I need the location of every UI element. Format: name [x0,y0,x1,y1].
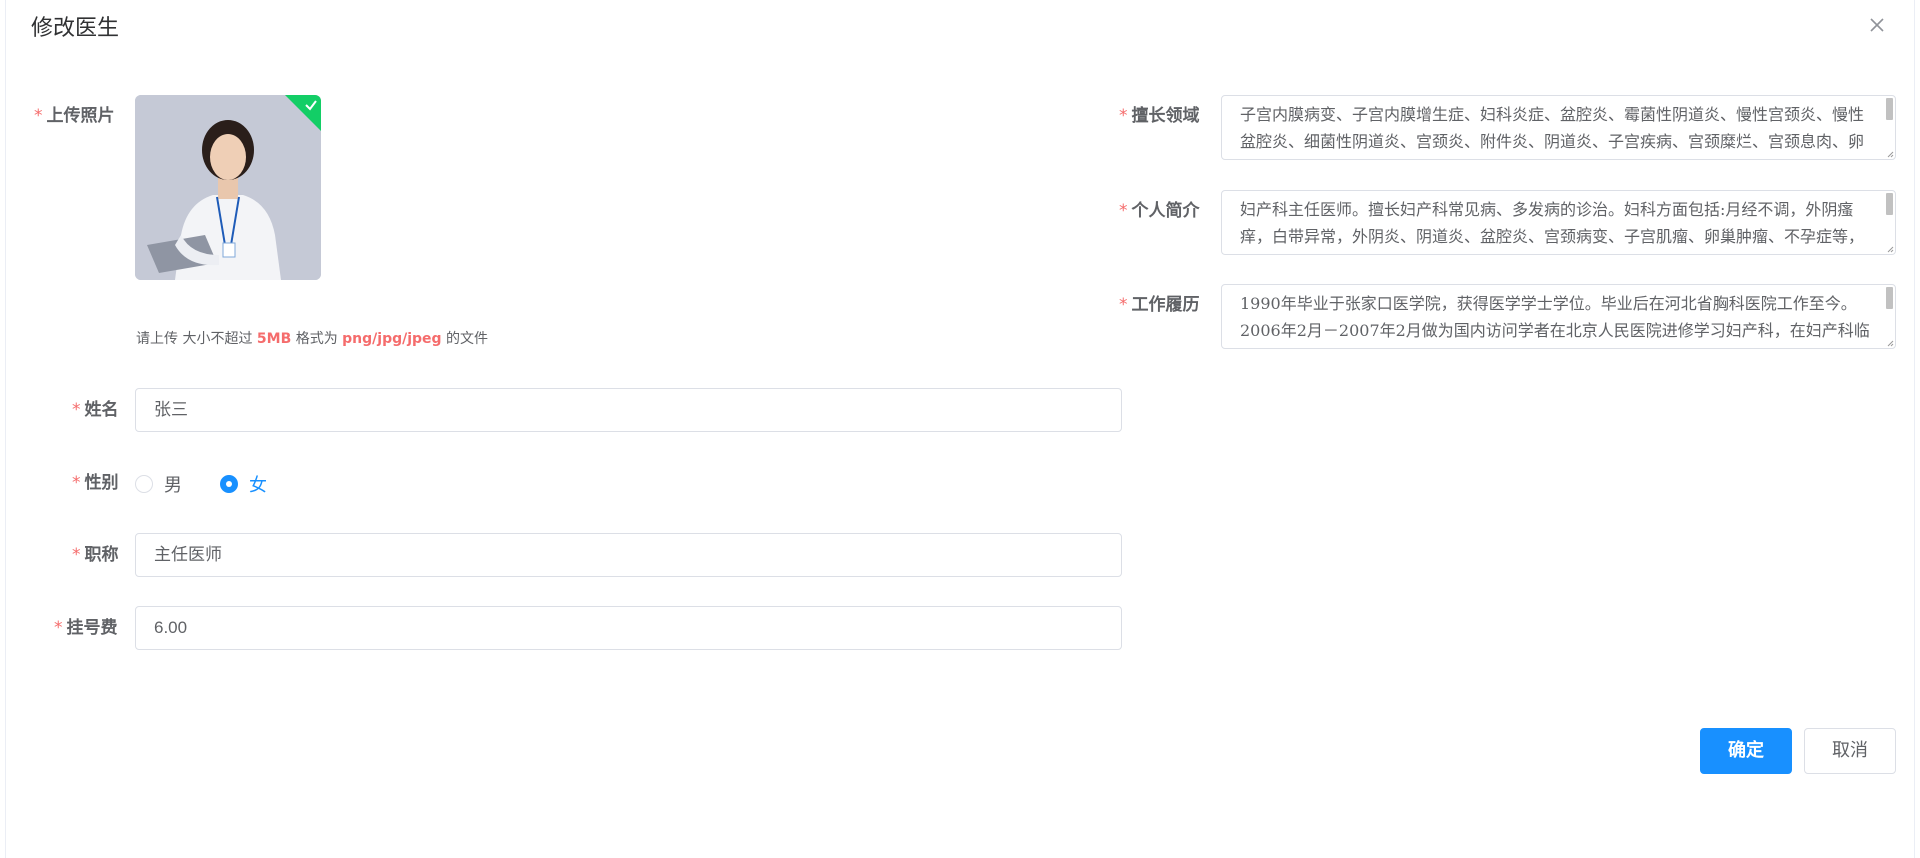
title-label: * 职称 [72,545,119,565]
resize-handle-icon[interactable] [1887,151,1894,158]
specialty-text: 子宫内膜病变、子宫内膜增生症、妇科炎症、盆腔炎、霉菌性阴道炎、慢性宫颈炎、慢性盆… [1240,105,1865,151]
close-icon-svg [1870,18,1884,32]
resize-handle-icon[interactable] [1887,340,1894,347]
fee-input[interactable]: 6.00 [135,606,1122,650]
gender-radio-male[interactable]: 男 [135,472,182,496]
photo-label: * 上传照片 [34,106,115,126]
career-label: * 工作履历 [1119,295,1200,315]
close-icon[interactable] [1866,14,1888,36]
scrollbar[interactable] [1886,193,1893,215]
career-text: 1990年毕业于张家口医学院，获得医学学士学位。毕业后在河北省胸科医院工作至今。… [1240,294,1870,340]
title-input[interactable]: 主任医师 [135,533,1122,577]
gender-radio-female[interactable]: 女 [220,472,267,496]
fee-label: * 挂号费 [54,618,118,638]
scrollbar[interactable] [1886,287,1893,309]
intro-text: 妇产科主任医师。擅长妇产科常见病、多发病的诊治。妇科方面包括:月经不调，外阴瘙痒… [1240,200,1865,246]
required-mark: * [34,106,43,126]
intro-label: * 个人简介 [1119,201,1200,221]
radio-circle-checked [220,475,238,493]
radio-label-male: 男 [164,475,182,496]
confirm-button[interactable]: 确定 [1700,728,1792,774]
edit-doctor-dialog: 修改医生 * 上传照片 请上传 大小不超过 5MB 格式为 png/jpg/jp… [5,0,1915,858]
dialog-title: 修改医生 [31,16,120,41]
cancel-button[interactable]: 取消 [1804,728,1896,774]
resize-handle-icon[interactable] [1887,246,1894,253]
career-textarea[interactable]: 1990年毕业于张家口医学院，获得医学学士学位。毕业后在河北省胸科医院工作至今。… [1221,284,1896,349]
specialty-textarea[interactable]: 子宫内膜病变、子宫内膜增生症、妇科炎症、盆腔炎、霉菌性阴道炎、慢性宫颈炎、慢性盆… [1221,95,1896,160]
radio-circle [135,475,153,493]
specialty-label: * 擅长领域 [1119,106,1200,126]
name-label: * 姓名 [72,400,119,420]
gender-label: * 性别 [72,473,119,493]
radio-label-female: 女 [249,475,267,496]
upload-tip: 请上传 大小不超过 5MB 格式为 png/jpg/jpeg 的文件 [136,331,489,347]
photo-upload[interactable] [135,95,321,280]
intro-textarea[interactable]: 妇产科主任医师。擅长妇产科常见病、多发病的诊治。妇科方面包括:月经不调，外阴瘙痒… [1221,190,1896,255]
scrollbar[interactable] [1886,98,1893,120]
name-input[interactable]: 张三 [135,388,1122,432]
check-icon [305,100,317,111]
